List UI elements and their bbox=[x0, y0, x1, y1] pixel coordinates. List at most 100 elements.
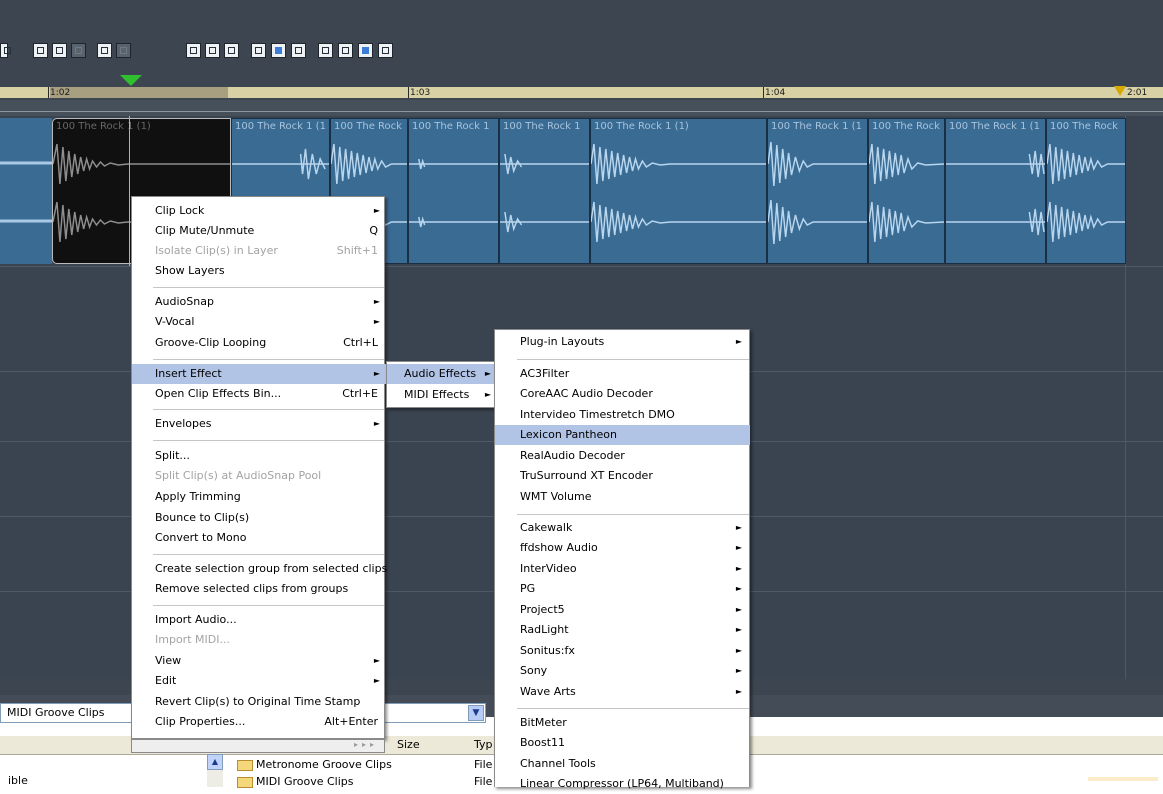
menu-item-audio-effects[interactable]: Audio Effects ► bbox=[387, 364, 497, 384]
menu-item-wave-arts[interactable]: Wave Arts ► bbox=[495, 682, 750, 702]
menu-item-isolate-clip[interactable]: Isolate Clip(s) in Layer Shift+1 bbox=[132, 241, 386, 261]
menu-item-convert-to-mono[interactable]: Convert to Mono bbox=[132, 528, 386, 548]
clip[interactable]: 100 The Rock 1 (1 bbox=[945, 118, 1046, 264]
end-marker-icon[interactable] bbox=[1114, 86, 1126, 96]
time-ruler[interactable]: 1:02 1:03 1:04 2:01 bbox=[0, 70, 1163, 100]
menu-item-clip-mute[interactable]: Clip Mute/Unmute Q bbox=[132, 221, 386, 241]
menu-item-insert-effect[interactable]: Insert Effect ► bbox=[132, 364, 386, 384]
menu-item-realaudio-decoder[interactable]: RealAudio Decoder bbox=[495, 446, 750, 466]
menu-item-sony[interactable]: Sony ► bbox=[495, 661, 750, 681]
folder-select[interactable]: MIDI Groove Clips bbox=[0, 703, 135, 723]
column-type[interactable]: Typ bbox=[474, 738, 493, 751]
list-icon[interactable] bbox=[52, 43, 67, 58]
clip-label: 100 The Rock 1 bbox=[503, 121, 581, 132]
menu-item-plugin-layouts[interactable]: Plug-in Layouts ► bbox=[495, 332, 750, 352]
separator-line bbox=[0, 111, 1163, 112]
menu-item-intervideo-timestretch[interactable]: Intervideo Timestretch DMO bbox=[495, 405, 750, 425]
waveform bbox=[946, 208, 1045, 236]
menu-item-radlight[interactable]: RadLight ► bbox=[495, 620, 750, 640]
menu-item-intervideo[interactable]: InterVideo ► bbox=[495, 559, 750, 579]
menu-item-groove-clip-looping[interactable]: Groove-Clip Looping Ctrl+L bbox=[132, 333, 386, 353]
menu-item-remove-from-groups[interactable]: Remove selected clips from groups bbox=[132, 579, 386, 599]
side-label: ible bbox=[8, 774, 28, 787]
file-name: Metronome Groove Clips bbox=[256, 758, 392, 771]
menu-scroll-down[interactable]: ▸▸▸ bbox=[131, 739, 385, 753]
menu-item-split[interactable]: Split... bbox=[132, 446, 386, 466]
menu-item-split-at-audiosnap[interactable]: Split Clip(s) at AudioSnap Pool bbox=[132, 466, 386, 486]
draw-tool-icon[interactable] bbox=[271, 43, 286, 58]
clip[interactable]: 100 The Rock bbox=[1046, 118, 1126, 264]
menu-item-clip-lock[interactable]: Clip Lock ► bbox=[132, 201, 386, 221]
waveform bbox=[1047, 201, 1125, 243]
snap-icon[interactable] bbox=[97, 43, 112, 58]
menu-separator bbox=[153, 554, 384, 555]
menu-item-show-layers[interactable]: Show Layers bbox=[132, 261, 386, 281]
console-view-icon[interactable] bbox=[338, 43, 353, 58]
menu-item-apply-trimming[interactable]: Apply Trimming bbox=[132, 487, 386, 507]
view-icon[interactable] bbox=[33, 43, 48, 58]
menu-item-open-clip-effects-bin[interactable]: Open Clip Effects Bin... Ctrl+E bbox=[132, 384, 386, 404]
menu-item-bitmeter[interactable]: BitMeter bbox=[495, 713, 750, 733]
file-row[interactable]: Metronome Groove Clips bbox=[237, 758, 392, 771]
now-time-marker-icon[interactable] bbox=[120, 75, 142, 86]
menu-item-linear-compressor[interactable]: Linear Compressor (LP64, Multiband) bbox=[495, 774, 750, 794]
chevron-down-icon[interactable]: ▼ bbox=[468, 705, 484, 721]
waveform bbox=[232, 148, 329, 180]
menu-item-ffdshow-audio[interactable]: ffdshow Audio ► bbox=[495, 538, 750, 558]
ruler-selection bbox=[50, 87, 228, 98]
menu-item-pg[interactable]: PG ► bbox=[495, 579, 750, 599]
edit-list-icon[interactable] bbox=[186, 43, 201, 58]
clip[interactable]: 100 The Rock bbox=[868, 118, 945, 264]
clip-label: 100 The Rock bbox=[334, 121, 402, 132]
menu-item-import-audio[interactable]: Import Audio... bbox=[132, 610, 386, 630]
scrollbar-track[interactable] bbox=[207, 770, 223, 787]
clip-fragment[interactable] bbox=[0, 118, 52, 264]
track-view-icon[interactable] bbox=[318, 43, 333, 58]
menu-item-project5[interactable]: Project5 ► bbox=[495, 600, 750, 620]
menu-item-edit[interactable]: Edit ► bbox=[132, 671, 386, 691]
clip[interactable]: 100 The Rock 1 bbox=[408, 118, 499, 264]
menu-item-import-midi[interactable]: Import MIDI... bbox=[132, 630, 386, 650]
menu-item-wmt-volume[interactable]: WMT Volume bbox=[495, 487, 750, 507]
menu-item-trusurround[interactable]: TruSurround XT Encoder bbox=[495, 466, 750, 486]
menu-item-bounce-to-clips[interactable]: Bounce to Clip(s) bbox=[132, 508, 386, 528]
menu-item-envelopes[interactable]: Envelopes ► bbox=[132, 414, 386, 434]
edit-tool-icon[interactable] bbox=[224, 43, 239, 58]
toolbar-button-icon[interactable] bbox=[0, 43, 11, 58]
ruler-label: 1:04 bbox=[765, 88, 786, 98]
menu-item-clip-properties[interactable]: Clip Properties... Alt+Enter bbox=[132, 712, 386, 732]
erase-tool-icon[interactable] bbox=[291, 43, 306, 58]
menu-item-sonitus-fx[interactable]: Sonitus:fx ► bbox=[495, 641, 750, 661]
menu-item-midi-effects[interactable]: MIDI Effects ► bbox=[387, 385, 497, 405]
menu-item-view[interactable]: View ► bbox=[132, 651, 386, 671]
meter-icon[interactable] bbox=[358, 43, 373, 58]
menu-item-lexicon-pantheon[interactable]: Lexicon Pantheon bbox=[495, 425, 750, 445]
scroll-up-icon[interactable]: ▲ bbox=[207, 754, 223, 770]
menu-item-revert-clip[interactable]: Revert Clip(s) to Original Time Stamp bbox=[132, 692, 386, 712]
insert-effect-submenu: Audio Effects ► MIDI Effects ► bbox=[386, 361, 497, 408]
folder-dropdown[interactable]: ▼ bbox=[384, 703, 486, 723]
edit-tree-icon[interactable] bbox=[205, 43, 220, 58]
disabled-list-icon[interactable] bbox=[71, 43, 86, 58]
menu-item-boost11[interactable]: Boost11 bbox=[495, 733, 750, 753]
menu-separator bbox=[517, 514, 749, 515]
clip[interactable]: 100 The Rock 1 (1) bbox=[590, 118, 767, 264]
menu-item-ac3filter[interactable]: AC3Filter bbox=[495, 364, 750, 384]
menu-item-audiosnap[interactable]: AudioSnap ► bbox=[132, 292, 386, 312]
clip[interactable]: 100 The Rock 1 bbox=[499, 118, 590, 264]
menu-item-create-selection-group[interactable]: Create selection group from selected cli… bbox=[132, 559, 387, 579]
menu-item-v-vocal[interactable]: V-Vocal ► bbox=[132, 312, 386, 332]
file-type: File bbox=[474, 758, 493, 771]
disabled-snap-icon[interactable] bbox=[116, 43, 131, 58]
menu-separator bbox=[517, 359, 749, 360]
menu-item-coreaac[interactable]: CoreAAC Audio Decoder bbox=[495, 384, 750, 404]
menu-item-channel-tools[interactable]: Channel Tools bbox=[495, 754, 750, 774]
column-size[interactable]: Size bbox=[397, 738, 420, 751]
clip[interactable]: 100 The Rock 1 (1 bbox=[767, 118, 868, 264]
grid-icon[interactable] bbox=[378, 43, 393, 58]
menu-item-cakewalk[interactable]: Cakewalk ► bbox=[495, 518, 750, 538]
waveform bbox=[409, 158, 498, 170]
clip-label: 100 The Rock 1 (1 bbox=[771, 121, 862, 132]
select-tool-icon[interactable] bbox=[251, 43, 266, 58]
file-row[interactable]: MIDI Groove Clips bbox=[237, 775, 354, 788]
